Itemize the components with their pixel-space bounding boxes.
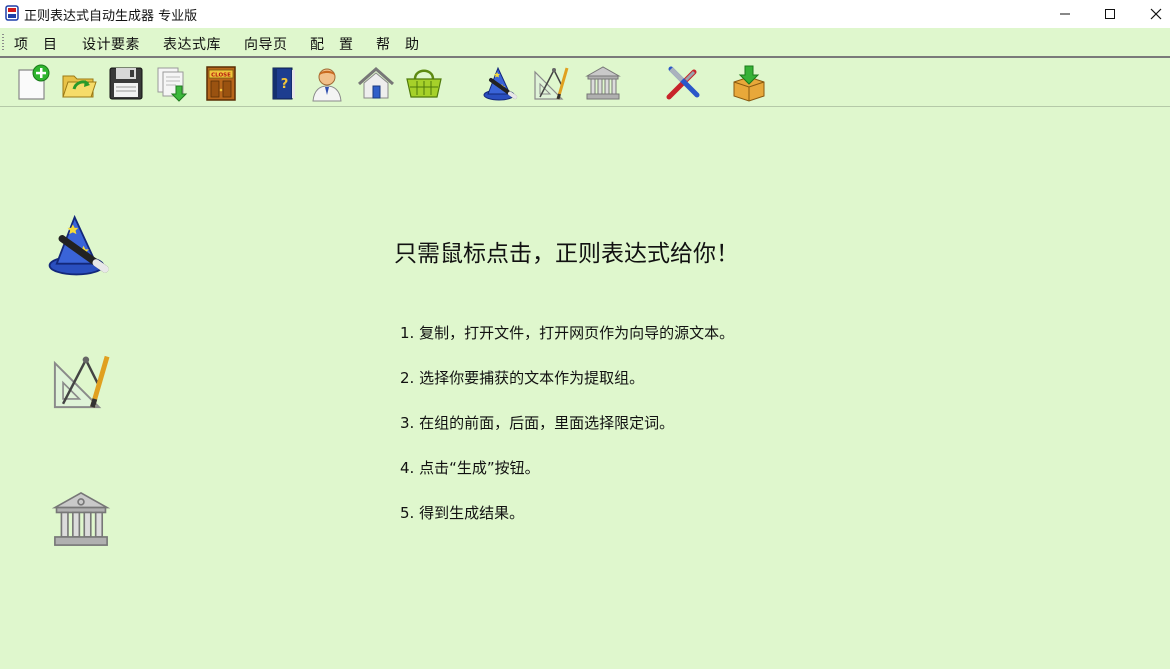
maximize-icon: [1105, 9, 1115, 19]
menu-design-elements[interactable]: 设计要素: [82, 34, 140, 54]
wizard-hat-icon: [483, 66, 517, 101]
close-button[interactable]: [1133, 0, 1170, 28]
user-doctor-icon: [312, 68, 342, 102]
wizard-button[interactable]: [482, 64, 520, 102]
toolbar: CLOSE ?: [0, 58, 1170, 106]
close-icon: [1150, 8, 1162, 20]
maximize-button[interactable]: [1087, 0, 1133, 28]
new-file-icon: [18, 64, 50, 100]
open-folder-icon: [62, 75, 97, 98]
new-file-button[interactable]: [14, 64, 52, 102]
user-button[interactable]: [308, 64, 346, 102]
svg-text:CLOSE: CLOSE: [211, 73, 231, 79]
import-button[interactable]: [154, 64, 192, 102]
close-project-button[interactable]: CLOSE: [202, 64, 240, 102]
open-file-button[interactable]: [60, 64, 98, 102]
svg-text:?: ?: [281, 77, 289, 92]
install-button[interactable]: [730, 64, 768, 102]
app-icon: [5, 5, 19, 21]
library-building-icon: [51, 491, 111, 546]
help-book-icon: ?: [272, 67, 295, 100]
title-bar: 正则表达式自动生成器 专业版: [0, 0, 1170, 28]
window-title: 正则表达式自动生成器 专业版: [24, 9, 198, 24]
wizard-hat-icon: [48, 214, 109, 276]
import-pages-icon: [157, 67, 188, 102]
toolbar-divider: [0, 106, 1170, 107]
basket-button[interactable]: [405, 64, 443, 102]
menu-project[interactable]: 项 目: [14, 34, 58, 54]
step-item: 4. 点击“生成”按钮。: [400, 459, 540, 477]
step-item: 3. 在组的前面，后面，里面选择限定词。: [400, 414, 675, 432]
basket-icon: [406, 69, 442, 98]
tools-icon: [666, 66, 700, 100]
design-panel-icon[interactable]: [50, 350, 112, 412]
headline: 只需鼠标点击，正则表达式给你！: [394, 241, 739, 267]
wizard-panel-icon[interactable]: [46, 210, 114, 278]
menu-bar: 项 目 设计要素 表达式库 向导页 配 置 帮 助: [0, 28, 1170, 56]
close-door-icon: CLOSE: [206, 66, 236, 101]
tools-button[interactable]: [664, 64, 702, 102]
help-book-button[interactable]: ?: [264, 64, 302, 102]
save-button[interactable]: [107, 64, 145, 102]
drafting-tools-icon: [534, 67, 569, 100]
step-item: 5. 得到生成结果。: [400, 504, 525, 522]
menu-wizard-page[interactable]: 向导页: [244, 34, 288, 54]
steps-list: 1. 复制，打开文件，打开网页作为向导的源文本。 2. 选择你要捕获的文本作为提…: [400, 322, 734, 547]
menu-grip-handle[interactable]: [2, 34, 4, 50]
minimize-icon: [1060, 13, 1070, 15]
drafting-tools-icon: [53, 355, 110, 409]
minimize-button[interactable]: [1042, 0, 1088, 28]
step-item: 2. 选择你要捕获的文本作为提取组。: [400, 369, 645, 387]
download-box-icon: [733, 65, 765, 102]
home-button[interactable]: [357, 64, 395, 102]
save-disk-icon: [109, 67, 143, 100]
library-building-icon: [585, 66, 621, 100]
library-button[interactable]: [584, 64, 622, 102]
library-panel-icon[interactable]: [50, 488, 112, 550]
design-tools-button[interactable]: [532, 64, 570, 102]
step-item: 1. 复制，打开文件，打开网页作为向导的源文本。: [400, 324, 735, 342]
menu-settings[interactable]: 配 置: [310, 34, 354, 54]
home-icon: [358, 66, 394, 99]
menu-expression-library[interactable]: 表达式库: [163, 34, 221, 54]
menu-help[interactable]: 帮 助: [376, 34, 420, 54]
